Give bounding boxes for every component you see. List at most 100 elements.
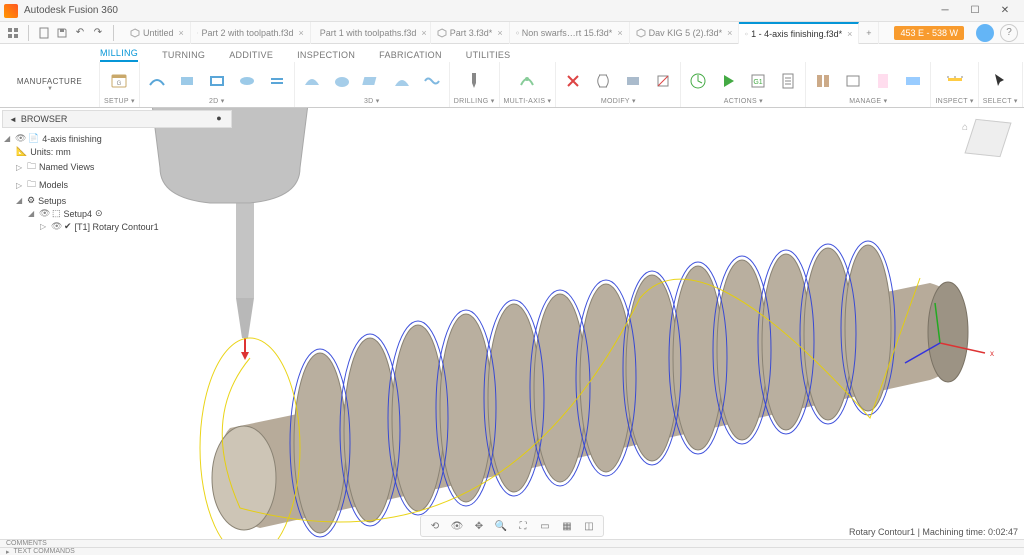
tool-2d-3-icon[interactable]: [204, 68, 230, 94]
divider: [113, 25, 114, 41]
redo-icon[interactable]: ↷: [91, 26, 105, 40]
pan-icon[interactable]: ✥: [471, 518, 487, 534]
tool-2d-1-icon[interactable]: [144, 68, 170, 94]
close-tab-icon[interactable]: ×: [617, 28, 622, 38]
ribbon-tab-turning[interactable]: TURNING: [162, 50, 205, 62]
drilling-icon[interactable]: [461, 68, 487, 94]
comments-label: COMMENTS: [6, 540, 47, 547]
tree-setup-node[interactable]: ◢👁⬚Setup4⊙: [4, 207, 230, 220]
new-tab-button[interactable]: +: [859, 22, 879, 44]
user-avatar-icon[interactable]: [976, 24, 994, 42]
browser-options-icon[interactable]: ●: [213, 113, 225, 125]
close-tab-icon[interactable]: ×: [727, 28, 732, 38]
ribbon-tab-fabrication[interactable]: FABRICATION: [379, 50, 442, 62]
tool-2d-2-icon[interactable]: [174, 68, 200, 94]
modify-4-icon[interactable]: [650, 68, 676, 94]
data-panel-icon[interactable]: [6, 26, 20, 40]
viewcube-face[interactable]: [964, 119, 1011, 157]
tree-units[interactable]: 📐Units: mm: [4, 145, 230, 158]
ribbon-group-label: 2D ▾: [209, 97, 225, 105]
modify-3-icon[interactable]: [620, 68, 646, 94]
viewcube[interactable]: [970, 120, 1012, 162]
ribbon-tab-additive[interactable]: ADDITIVE: [229, 50, 273, 62]
viewports-icon[interactable]: ◫: [581, 518, 597, 534]
qat-row: ↶ ↷ Untitled× Part 2 with toolpath.f3d× …: [0, 22, 1024, 44]
file-menu-icon[interactable]: [37, 26, 51, 40]
simulate-icon[interactable]: [715, 68, 741, 94]
fit-icon[interactable]: ⛶: [515, 518, 531, 534]
doc-tab[interactable]: Part 3.f3d* ×: [431, 22, 510, 44]
browser-header[interactable]: ◄ BROWSER ●: [2, 110, 232, 128]
text-commands-label: TEXT COMMANDS: [14, 548, 75, 555]
tool-3d-5-icon[interactable]: [419, 68, 445, 94]
ribbon-group-3d: 3D ▾: [295, 62, 450, 107]
setup-icon[interactable]: G: [106, 68, 132, 94]
close-tab-icon[interactable]: ×: [421, 28, 426, 38]
divider: [28, 25, 29, 41]
tree-models[interactable]: ▷🗀Models: [4, 176, 230, 194]
home-view-icon[interactable]: ⌂: [962, 122, 968, 133]
tree-named-views[interactable]: ▷🗀Named Views: [4, 158, 230, 176]
generate-icon[interactable]: [685, 68, 711, 94]
inspect-icon[interactable]: [942, 68, 968, 94]
save-icon[interactable]: [55, 26, 69, 40]
modify-1-icon[interactable]: [560, 68, 586, 94]
tool-3d-3-icon[interactable]: [359, 68, 385, 94]
tree-root[interactable]: ◢👁📄4-axis finishing: [4, 132, 230, 145]
display-icon[interactable]: ▭: [537, 518, 553, 534]
doc-tab-active[interactable]: 1 - 4-axis finishing.f3d*×: [739, 22, 859, 44]
help-icon[interactable]: ?: [1000, 24, 1018, 42]
tree-label: Setups: [38, 196, 66, 206]
tool-3d-4-icon[interactable]: [389, 68, 415, 94]
doc-tab[interactable]: Dav KIG 5 (2).f3d*×: [630, 22, 740, 44]
orbit-icon[interactable]: ⟲: [427, 518, 443, 534]
postprocess-icon[interactable]: G1: [745, 68, 771, 94]
maximize-button[interactable]: ☐: [960, 1, 990, 21]
ribbon-tab-utilities[interactable]: UTILITIES: [466, 50, 511, 62]
svg-text:x: x: [990, 349, 994, 358]
doc-tab[interactable]: Part 1 with toolpaths.f3d×: [311, 22, 431, 44]
workspace-switcher[interactable]: MANUFACTURE ▼: [0, 62, 100, 107]
manage-2-icon[interactable]: [840, 68, 866, 94]
quick-access-toolbar: ↶ ↷: [0, 25, 124, 41]
viewport[interactable]: x ◄ BROWSER ● ◢👁📄4-axis finishing 📐Units…: [0, 108, 1024, 539]
undo-icon[interactable]: ↶: [73, 26, 87, 40]
lookat-icon[interactable]: 👁: [449, 518, 465, 534]
tool-3d-2-icon[interactable]: [329, 68, 355, 94]
ribbon: MANUFACTURE ▼ G SETUP ▾ 2D ▾ 3D ▾ DRILLI…: [0, 62, 1024, 108]
close-window-button[interactable]: ✕: [990, 1, 1020, 21]
tool-2d-5-icon[interactable]: [264, 68, 290, 94]
modify-2-icon[interactable]: [590, 68, 616, 94]
comments-bar[interactable]: COMMENTS: [0, 539, 1024, 547]
doc-tab[interactable]: Non swarfs…rt 15.f3d*×: [510, 22, 630, 44]
doc-tab[interactable]: Untitled×: [124, 22, 191, 44]
close-tab-icon[interactable]: ×: [179, 28, 184, 38]
extension-badge[interactable]: 453 E - 538 W: [894, 26, 964, 40]
ribbon-tab-inspection[interactable]: INSPECTION: [297, 50, 355, 62]
close-tab-icon[interactable]: ×: [497, 28, 502, 38]
setup-sheet-icon[interactable]: [775, 68, 801, 94]
browser-panel: ◄ BROWSER ● ◢👁📄4-axis finishing 📐Units: …: [2, 110, 232, 237]
text-commands-bar[interactable]: ▸TEXT COMMANDS: [0, 547, 1024, 555]
document-tabs: Untitled× Part 2 with toolpath.f3d× Part…: [124, 22, 888, 44]
tree-setups[interactable]: ◢⚙Setups: [4, 194, 230, 207]
doc-tab[interactable]: Part 2 with toolpath.f3d×: [191, 22, 311, 44]
close-tab-icon[interactable]: ×: [847, 29, 852, 39]
manage-4-icon[interactable]: [900, 68, 926, 94]
manage-1-icon[interactable]: [810, 68, 836, 94]
tool-2d-4-icon[interactable]: [234, 68, 260, 94]
multiaxis-icon[interactable]: [514, 68, 540, 94]
tree-label: Models: [39, 180, 68, 190]
ribbon-tab-milling[interactable]: MILLING: [100, 48, 138, 62]
minimize-button[interactable]: ─: [930, 1, 960, 21]
grid-icon[interactable]: ▦: [559, 518, 575, 534]
tree-label: 4-axis finishing: [42, 134, 102, 144]
tool-3d-1-icon[interactable]: [299, 68, 325, 94]
tree-label: Setup4: [64, 209, 93, 219]
doc-tab-label: Part 3.f3d*: [450, 28, 493, 38]
close-tab-icon[interactable]: ×: [299, 28, 304, 38]
select-icon[interactable]: [987, 68, 1013, 94]
manage-3-icon[interactable]: [870, 68, 896, 94]
zoom-icon[interactable]: 🔍: [493, 518, 509, 534]
tree-operation[interactable]: ▷👁✔[T1] Rotary Contour1: [4, 220, 230, 233]
